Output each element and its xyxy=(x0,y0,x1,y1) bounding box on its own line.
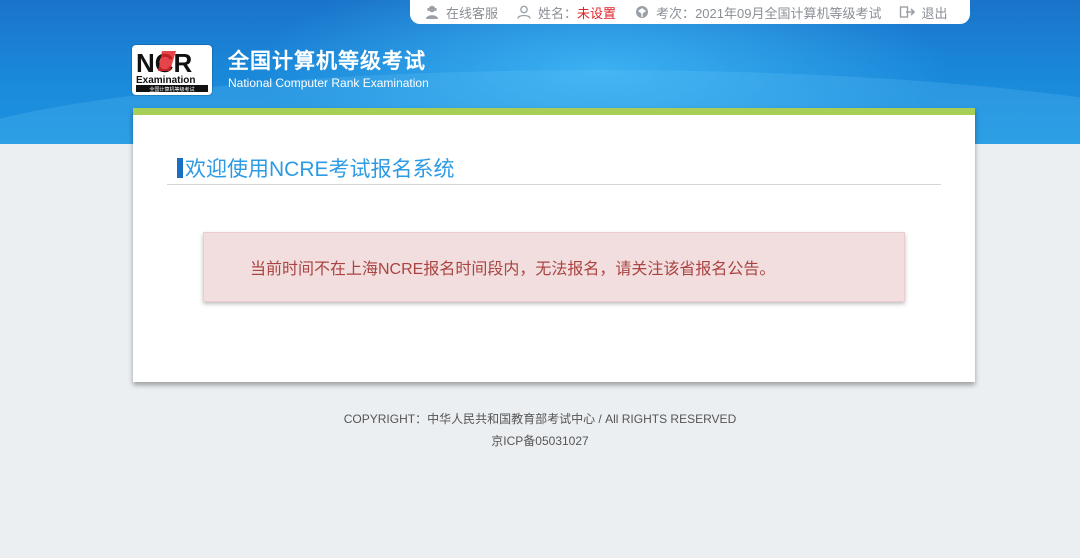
logo-title-en: National Computer Rank Examination xyxy=(228,76,429,90)
online-service-link[interactable]: 在线客服 xyxy=(424,3,498,22)
logout-icon xyxy=(900,6,916,18)
footer-copyright: COPYRIGHT：中华人民共和国教育部考试中心 / All RIGHTS RE… xyxy=(343,412,737,426)
ncre-logo-graphic: NCR Examination 全国计算机等级考试 xyxy=(136,48,208,93)
title-marker xyxy=(177,158,183,178)
online-service-label: 在线客服 xyxy=(446,5,499,21)
logo-title-cn: 全国计算机等级考试 xyxy=(228,49,426,73)
exam-session-info: 考次： 2021年09月全国计算机等级考试 xyxy=(634,3,881,22)
user-icon xyxy=(517,5,531,19)
main-card: 欢迎使用NCRE考试报名系统 当前时间不在上海NCRE报名时间段内，无法报名，请… xyxy=(133,108,975,382)
registration-closed-alert: 当前时间不在上海NCRE报名时间段内，无法报名，请关注该省报名公告。 xyxy=(203,232,905,302)
page-title-text: 欢迎使用NCRE考试报名系统 xyxy=(185,158,455,181)
name-value: 未设置 xyxy=(577,5,617,21)
exam-value: 2021年09月全国计算机等级考试 xyxy=(695,5,882,21)
exam-label: 考次： xyxy=(656,5,696,21)
logout-link[interactable]: 退出 xyxy=(899,3,947,22)
title-divider xyxy=(167,184,941,185)
page-title: 欢迎使用NCRE考试报名系统 xyxy=(177,153,455,183)
site-logo[interactable]: NCR Examination 全国计算机等级考试 全国计算机等级考试 Nati… xyxy=(132,45,429,95)
alert-message: 当前时间不在上海NCRE报名时间段内，无法报名，请关注该省报名公告。 xyxy=(250,261,776,278)
footer-icp-link[interactable]: 京ICP备05031027 xyxy=(0,432,1080,449)
user-name-info: 姓名： 未设置 xyxy=(516,3,616,22)
support-agent-icon xyxy=(426,5,438,19)
exam-icon xyxy=(636,6,649,18)
logo-title: 全国计算机等级考试 National Computer Rank Examina… xyxy=(228,48,429,92)
top-user-bar: 在线客服 姓名： 未设置 考次： 2021年09月全国计算机等级考试 退出 xyxy=(410,0,970,24)
ncre-logo-mark: NCR Examination 全国计算机等级考试 xyxy=(132,45,212,95)
logo-mark-sub: Examination xyxy=(136,75,195,86)
logout-label: 退出 xyxy=(921,5,948,21)
logo-mark-caption: 全国计算机等级考试 xyxy=(149,86,194,93)
name-label: 姓名： xyxy=(538,5,578,21)
